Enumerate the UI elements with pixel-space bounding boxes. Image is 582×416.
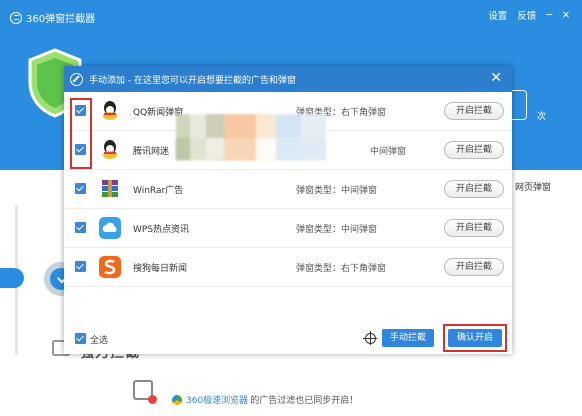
enable-block-button[interactable]: 开启拦截 [444, 102, 504, 120]
row-name: 腾讯网迷 [133, 147, 170, 157]
manual-add-dialog: 手动添加 - 在这里您可以开启想要拦截的广告和弹窗 ✕ QQ新闻弹窗 弹窗类型：… [64, 66, 512, 354]
qq-icon [103, 101, 117, 120]
dialog-title: 手动添加 - 在这里您可以开启想要拦截的广告和弹窗 [89, 75, 296, 86]
list-item: WinRar广告 弹窗类型：中间弹窗 开启拦截 [64, 170, 512, 209]
row-type: 弹窗类型：右下角弹窗 [296, 264, 387, 274]
browser-logo-icon [172, 394, 182, 405]
side-tab-indicator[interactable] [0, 268, 24, 288]
list-item: WPS热点资讯 弹窗类型：中间弹窗 开启拦截 [64, 209, 512, 248]
manual-block-button[interactable]: 手动拦截 [382, 329, 434, 347]
settings-link[interactable]: 设置 [488, 8, 507, 22]
row-checkbox[interactable] [75, 183, 86, 194]
app-title: 360弹窗拦截器 [10, 10, 95, 25]
row-type: 中间弹窗 [370, 147, 407, 157]
top-links: 设置 反馈 ─ ✕ [488, 8, 570, 23]
select-all-label[interactable]: 全选 [90, 333, 108, 346]
browser-name[interactable]: 360极速浏览器 [186, 393, 248, 406]
enable-block-button[interactable]: 开启拦截 [444, 180, 504, 198]
row-name: WinRar广告 [133, 186, 184, 196]
list-item: 搜狗每日新闻 弹窗类型：右下角弹窗 开启拦截 [64, 248, 512, 287]
dialog-header: 手动添加 - 在这里您可以开启想要拦截的广告和弹窗 ✕ [64, 66, 512, 92]
enable-block-button[interactable]: 开启拦截 [444, 258, 504, 276]
counter-frame [510, 90, 527, 120]
winrar-icon [102, 180, 118, 197]
confirm-enable-button[interactable]: 确认开启 [448, 329, 502, 347]
row-type: 弹窗类型：中间弹窗 [296, 225, 378, 235]
select-all-checkbox[interactable] [75, 333, 86, 344]
row-type: 弹窗类型：中间弹窗 [296, 186, 378, 196]
wps-cloud-icon [99, 217, 121, 239]
enable-block-button[interactable]: 开启拦截 [444, 219, 504, 237]
crosshair-icon[interactable] [363, 331, 377, 345]
counter-unit-text: 次 [537, 112, 547, 122]
row-name: 搜狗每日新闻 [133, 264, 188, 274]
bottom-note: 360极速浏览器 的广告过滤也已同步开启！ [172, 393, 358, 406]
row-checkbox[interactable] [75, 222, 86, 233]
row-checkbox[interactable] [75, 261, 86, 272]
web-popup-label: 网页弹窗 [515, 183, 552, 193]
enable-block-button[interactable]: 开启拦截 [444, 141, 504, 159]
close-icon[interactable]: ✕ [562, 10, 570, 21]
app-logo-icon [10, 11, 22, 24]
app-title-text: 360弹窗拦截器 [26, 14, 96, 25]
bottom-note-text: 的广告过滤也已同步开启！ [250, 396, 359, 406]
popup-block-icon [133, 380, 157, 404]
block-icon [70, 72, 83, 86]
qq-icon [103, 140, 117, 159]
sogou-icon [99, 256, 121, 278]
minimize-icon[interactable]: ─ [546, 10, 552, 21]
dialog-footer: 全选 手动拦截 确认开启 [64, 321, 512, 354]
blurred-region [176, 138, 326, 160]
checkbox-highlight-box [70, 98, 92, 169]
dialog-close-icon[interactable]: ✕ [490, 71, 502, 85]
feedback-link[interactable]: 反馈 [517, 8, 536, 22]
row-name: WPS热点资讯 [133, 225, 190, 235]
